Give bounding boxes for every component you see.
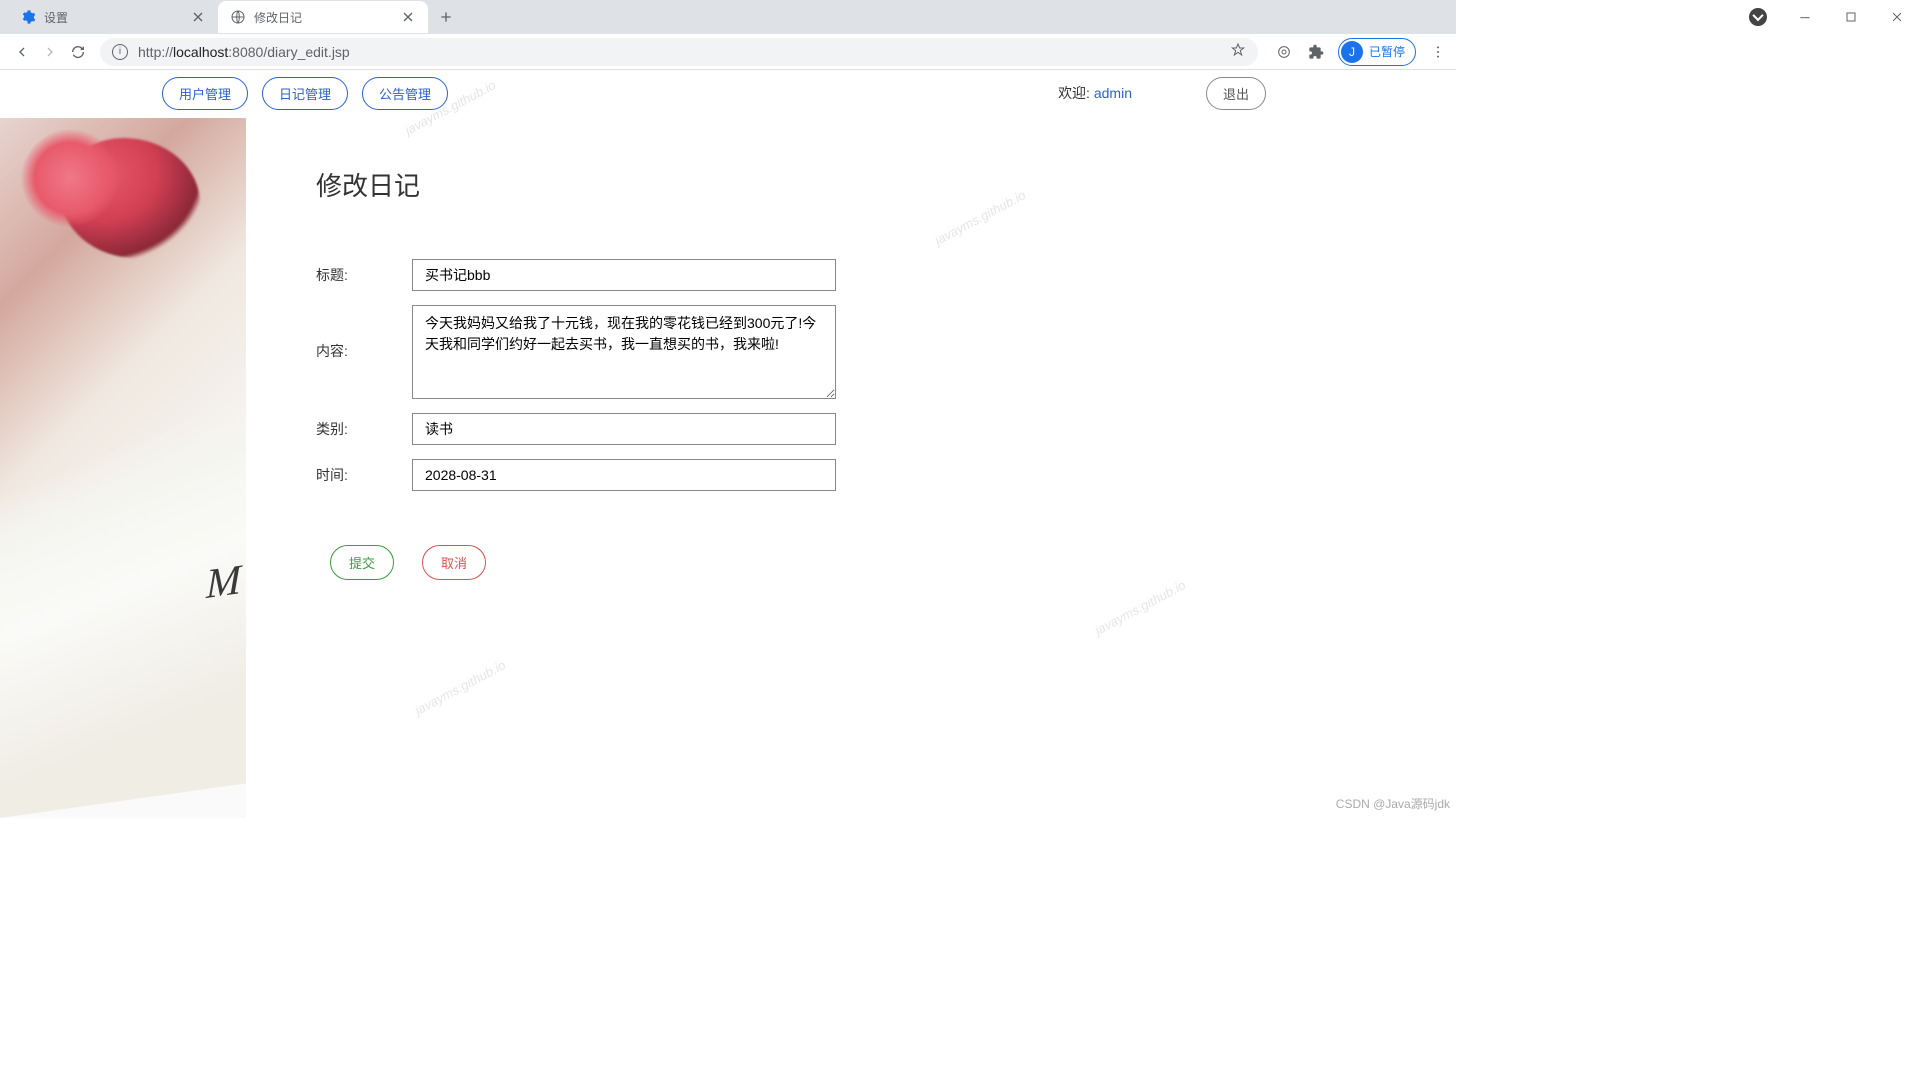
decorative-book	[0, 363, 246, 818]
browser-toolbar: i http://localhost:8080/diary_edit.jsp J…	[0, 34, 1456, 70]
minimize-button[interactable]	[1782, 0, 1828, 34]
page-content: 用户管理 日记管理 公告管理 欢迎: admin 退出 修改日记 标题: 内容:…	[0, 70, 1456, 816]
category-label: 类别:	[316, 413, 412, 439]
title-input[interactable]	[412, 259, 836, 291]
nav-notice-mgmt[interactable]: 公告管理	[362, 77, 448, 110]
app-header: 用户管理 日记管理 公告管理 欢迎: admin 退出	[0, 70, 1456, 116]
url-text: http://localhost:8080/diary_edit.jsp	[138, 44, 1230, 60]
decorative-background	[0, 118, 246, 818]
date-input[interactable]	[412, 459, 836, 491]
category-input[interactable]	[412, 413, 836, 445]
back-button[interactable]	[8, 38, 36, 66]
extension-icon[interactable]	[1274, 42, 1294, 62]
tab-title: 修改日记	[254, 9, 400, 26]
watermark: javayms.github.io	[1092, 577, 1188, 637]
tab-title: 设置	[44, 9, 190, 26]
close-icon[interactable]	[190, 9, 206, 25]
username-link[interactable]: admin	[1094, 85, 1132, 101]
close-window-button[interactable]	[1874, 0, 1920, 34]
nav-diary-mgmt[interactable]: 日记管理	[262, 77, 348, 110]
nav-user-mgmt[interactable]: 用户管理	[162, 77, 248, 110]
profile-button[interactable]: J 已暂停	[1338, 38, 1416, 66]
content-label: 内容:	[316, 305, 412, 361]
new-tab-button[interactable]	[432, 3, 460, 31]
extensions-puzzle-icon[interactable]	[1306, 42, 1326, 62]
submit-button[interactable]: 提交	[330, 545, 394, 580]
diary-edit-form: 修改日记 标题: 内容: 今天我妈妈又给我了十元钱，现在我的零花钱已经到300元…	[316, 166, 876, 580]
tab-strip: 设置 修改日记	[0, 0, 1456, 34]
watermark: javayms.github.io	[932, 187, 1028, 247]
browser-chrome: 设置 修改日记 i	[0, 0, 1456, 70]
title-label: 标题:	[316, 259, 412, 285]
logout-button[interactable]: 退出	[1206, 77, 1266, 110]
site-info-icon[interactable]: i	[112, 44, 128, 60]
close-icon[interactable]	[400, 9, 416, 25]
date-label: 时间:	[316, 459, 412, 485]
content-textarea[interactable]: 今天我妈妈又给我了十元钱，现在我的零花钱已经到300元了!今天我和同学们约好一起…	[412, 305, 836, 399]
globe-icon	[230, 9, 246, 25]
window-controls	[1746, 0, 1920, 34]
maximize-button[interactable]	[1828, 0, 1874, 34]
menu-dots-icon[interactable]	[1428, 42, 1448, 62]
reload-button[interactable]	[64, 38, 92, 66]
address-bar[interactable]: i http://localhost:8080/diary_edit.jsp	[100, 38, 1258, 66]
forward-button[interactable]	[36, 38, 64, 66]
avatar: J	[1341, 41, 1363, 63]
watermark: javayms.github.io	[412, 657, 508, 717]
account-indicator-icon[interactable]	[1746, 5, 1770, 29]
cancel-button[interactable]: 取消	[422, 545, 486, 580]
credit-text: CSDN @Java源码jdk	[1336, 795, 1450, 812]
page-title: 修改日记	[316, 166, 876, 203]
profile-status: 已暂停	[1369, 43, 1405, 60]
tab-diary-edit[interactable]: 修改日记	[218, 1, 428, 33]
tab-settings[interactable]: 设置	[8, 1, 218, 33]
bookmark-star-icon[interactable]	[1230, 42, 1246, 61]
gear-icon	[20, 9, 36, 25]
welcome-text: 欢迎: admin	[1058, 83, 1132, 103]
